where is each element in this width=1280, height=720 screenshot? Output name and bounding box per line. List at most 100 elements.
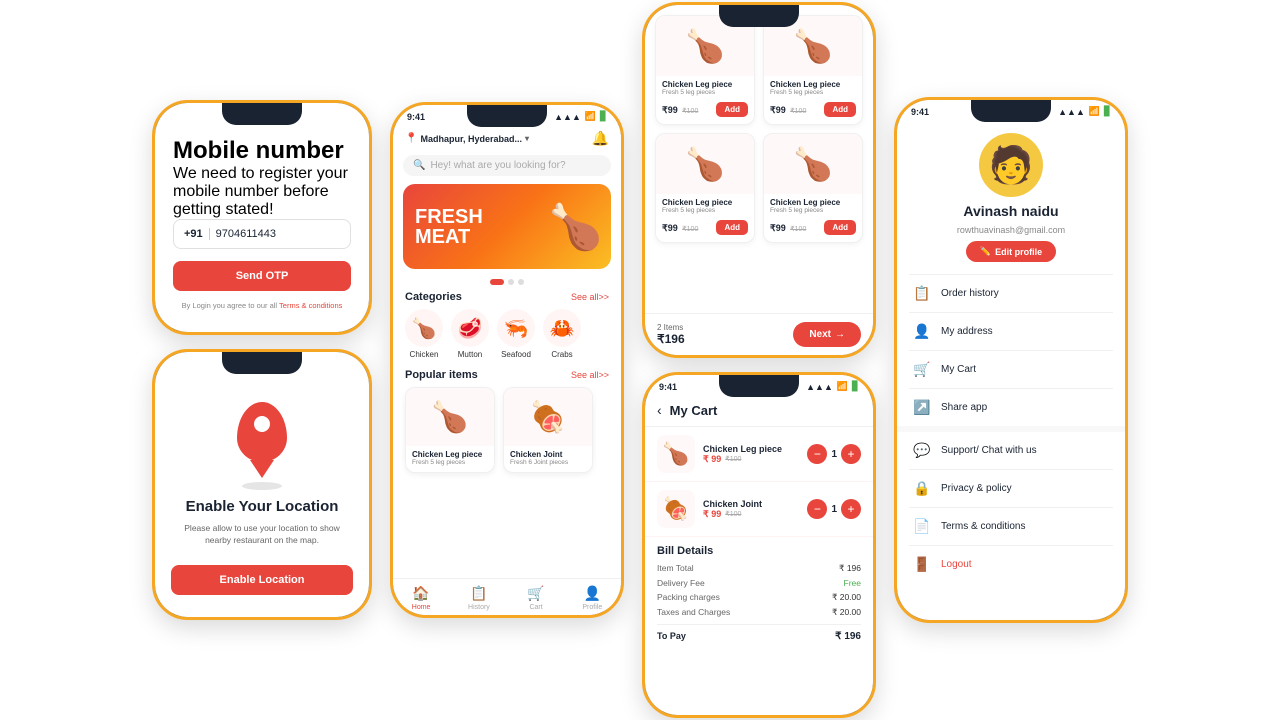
cart-item-img-0: 🍗 <box>657 435 695 473</box>
banner-dots <box>393 279 621 285</box>
cart-inner: 9:41 ▲▲▲ 📶 ▊ ‹ My Cart 🍗 Chicken Leg pie… <box>645 375 873 715</box>
support-label: Support/ Chat with us <box>941 445 1037 456</box>
dot-2 <box>508 279 514 285</box>
cart-item-old-1: ₹100 <box>725 510 741 518</box>
bill-title: Bill Details <box>657 545 861 557</box>
qty-minus-1[interactable]: − <box>807 499 827 519</box>
product-grid-card-2[interactable]: 🍗 Chicken Leg piece Fresh 5 leg pieces ₹… <box>655 133 755 243</box>
product-sub-1: Fresh 6 Joint pieces <box>510 459 586 466</box>
qty-control-0: − 1 + <box>807 444 861 464</box>
menu-item-my-cart[interactable]: 🛒 My Cart <box>897 351 1125 388</box>
category-crabs[interactable]: 🦀 Crabs <box>543 309 581 359</box>
home-header: 📍 Madhapur, Hyderabad... ▾ 🔔 <box>393 124 621 151</box>
menu-item-privacy[interactable]: 🔒 Privacy & policy <box>897 470 1125 507</box>
location-text: Madhapur, Hyderabad... <box>420 134 522 144</box>
packing-value: ₹ 20.00 <box>832 592 861 603</box>
delivery-label: Delivery Fee <box>657 578 705 588</box>
product-grid-price-0: ₹99 ₹100 Add <box>662 100 748 118</box>
bill-row-taxes: Taxes and Charges ₹ 20.00 <box>657 607 861 618</box>
category-mutton[interactable]: 🥩 Mutton <box>451 309 489 359</box>
my-cart-label: My Cart <box>941 364 976 375</box>
cart-items-count: 2 Items <box>657 323 685 332</box>
cart-summary: 2 Items ₹196 <box>657 323 685 346</box>
price-new-0: ₹99 <box>662 105 678 115</box>
price-old-1: ₹100 <box>790 108 806 115</box>
home-banner: FRESH MEAT 🍗 <box>403 184 611 269</box>
categories-title: Categories <box>405 291 462 303</box>
qty-num-0: 1 <box>831 449 837 460</box>
add-button-1[interactable]: Add <box>824 102 856 117</box>
menu-item-my-address[interactable]: 👤 My address <box>897 313 1125 350</box>
nav-profile[interactable]: 👤 Profile <box>582 585 602 611</box>
nav-home[interactable]: 🏠 Home <box>412 585 431 611</box>
privacy-icon: 🔒 <box>913 480 931 497</box>
popular-title: Popular items <box>405 369 478 381</box>
mutton-icon: 🥩 <box>451 309 489 347</box>
notification-icon[interactable]: 🔔 <box>592 130 609 147</box>
order-history-icon: 📋 <box>913 285 931 302</box>
product-grid-card-3[interactable]: 🍗 Chicken Leg piece Fresh 5 leg pieces ₹… <box>763 133 863 243</box>
enable-location-button[interactable]: Enable Location <box>171 565 353 595</box>
cart-bottom-bar: 2 Items ₹196 Next → <box>645 313 873 355</box>
qty-minus-0[interactable]: − <box>807 444 827 464</box>
banner-line2: MEAT <box>415 227 483 247</box>
crabs-label: Crabs <box>551 350 572 359</box>
product-card-0[interactable]: 🍗 Chicken Leg piece Fresh 5 leg pieces <box>405 387 495 473</box>
support-icon: 💬 <box>913 442 931 459</box>
phone-input-container[interactable]: +91 9704611443 <box>173 219 351 249</box>
product-grid-sub-0: Fresh 5 leg pieces <box>662 89 748 96</box>
mobile-title: Mobile number <box>173 137 351 165</box>
cart-item-0: 🍗 Chicken Leg piece ₹ 99 ₹100 − 1 + <box>645 427 873 482</box>
edit-profile-button[interactable]: ✏️ Edit profile <box>966 241 1056 262</box>
logout-icon: 🚪 <box>913 556 931 573</box>
menu-item-order-history[interactable]: 📋 Order history <box>897 275 1125 312</box>
product-grid-price-1: ₹99 ₹100 Add <box>770 100 856 118</box>
dot-1 <box>490 279 504 285</box>
chevron-icon: ▾ <box>525 134 529 143</box>
qty-control-1: − 1 + <box>807 499 861 519</box>
popular-section-header: Popular items See all>> <box>393 369 621 387</box>
next-button[interactable]: Next → <box>793 322 861 347</box>
cart-nav-label: Cart <box>529 604 542 611</box>
menu-item-terms[interactable]: 📄 Terms & conditions <box>897 508 1125 545</box>
back-button[interactable]: ‹ <box>657 402 662 418</box>
product-grid-price-3: ₹99 ₹100 Add <box>770 218 856 236</box>
bill-row-delivery: Delivery Fee Free <box>657 578 861 588</box>
menu-item-share-app[interactable]: ↗️ Share app <box>897 389 1125 426</box>
add-button-2[interactable]: Add <box>716 220 748 235</box>
price-old-2: ₹100 <box>682 226 698 233</box>
nav-cart[interactable]: 🛒 Cart <box>527 585 544 611</box>
cart-item-name-1: Chicken Joint <box>703 499 799 509</box>
product-name-1: Chicken Joint <box>510 450 586 459</box>
category-chicken[interactable]: 🍗 Chicken <box>405 309 443 359</box>
cart-item-info-1: Chicken Joint ₹ 99 ₹100 <box>703 499 799 520</box>
location-pin-icon: 📍 <box>405 133 417 144</box>
home-inner: 9:41 ▲▲▲ 📶 ▊ 📍 Madhapur, Hyderabad... ▾ … <box>393 105 621 615</box>
product-grid-img-3: 🍗 <box>764 134 862 194</box>
add-button-3[interactable]: Add <box>824 220 856 235</box>
terms-link[interactable]: Terms & conditions <box>279 301 342 310</box>
product-grid-card-0[interactable]: 🍗 Chicken Leg piece Fresh 5 leg pieces ₹… <box>655 15 755 125</box>
search-bar[interactable]: 🔍 Hey! what are you looking for? <box>403 155 611 176</box>
product-card-1[interactable]: 🍖 Chicken Joint Fresh 6 Joint pieces <box>503 387 593 473</box>
categories-see-all[interactable]: See all>> <box>571 292 609 302</box>
nav-history[interactable]: 📋 History <box>468 585 490 611</box>
qty-plus-0[interactable]: + <box>841 444 861 464</box>
categories-section-header: Categories See all>> <box>393 291 621 309</box>
bill-section: Bill Details Item Total ₹ 196 Delivery F… <box>645 537 873 650</box>
to-pay-value: ₹ 196 <box>835 631 861 642</box>
popular-see-all[interactable]: See all>> <box>571 370 609 380</box>
category-seafood[interactable]: 🦐 Seafood <box>497 309 535 359</box>
location-title: Enable Your Location <box>171 498 353 515</box>
chicken-icon: 🍗 <box>405 309 443 347</box>
qty-plus-1[interactable]: + <box>841 499 861 519</box>
send-otp-button[interactable]: Send OTP <box>173 261 351 291</box>
product-grid-name-3: Chicken Leg piece <box>770 198 856 207</box>
add-button-0[interactable]: Add <box>716 102 748 117</box>
menu-item-support[interactable]: 💬 Support/ Chat with us <box>897 432 1125 469</box>
location-label[interactable]: 📍 Madhapur, Hyderabad... ▾ <box>405 133 529 144</box>
product-grid-card-1[interactable]: 🍗 Chicken Leg piece Fresh 5 leg pieces ₹… <box>763 15 863 125</box>
product-grid: 🍗 Chicken Leg piece Fresh 5 leg pieces ₹… <box>645 5 873 253</box>
menu-item-logout[interactable]: 🚪 Logout <box>897 546 1125 583</box>
order-history-label: Order history <box>941 288 999 299</box>
